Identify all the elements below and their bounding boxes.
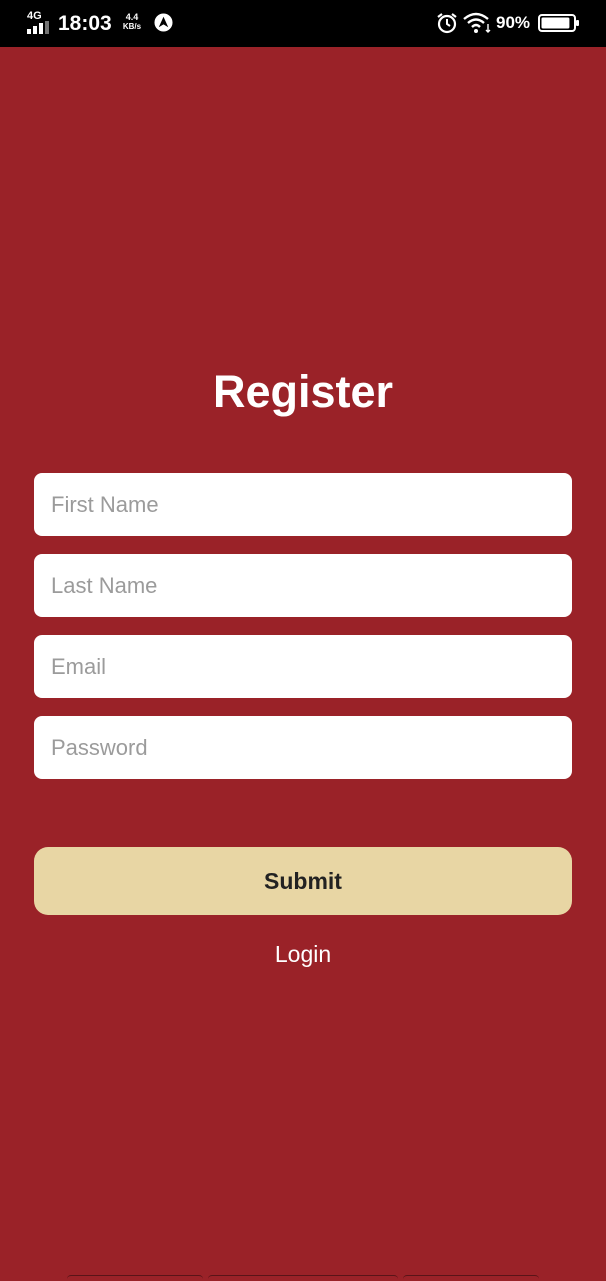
battery-icon	[538, 14, 579, 32]
status-time: 18:03	[58, 12, 112, 35]
login-link[interactable]: Login	[275, 941, 331, 967]
login-row: Login	[0, 938, 606, 970]
wifi-icon	[463, 12, 491, 33]
alarm-icon	[437, 13, 457, 34]
bottom-tab-edge	[67, 1275, 203, 1281]
password-field[interactable]	[34, 716, 572, 779]
status-bar: 4G 18:03 4.4 KB/s 90%	[0, 0, 606, 47]
submit-button[interactable]: Submit	[34, 847, 572, 915]
last-name-field[interactable]	[34, 554, 572, 617]
email-field[interactable]	[34, 635, 572, 698]
navigation-icon	[154, 13, 173, 32]
signal-icon	[27, 21, 51, 34]
network-speed: 4.4 KB/s	[120, 12, 144, 32]
network-speed-unit: KB/s	[122, 22, 142, 31]
network-speed-value: 4.4	[125, 12, 139, 22]
bottom-tab-edge	[403, 1275, 539, 1281]
page-title: Register	[212, 366, 394, 417]
battery-percent: 90%	[496, 13, 531, 32]
first-name-field[interactable]	[34, 473, 572, 536]
bottom-tab-edge	[208, 1275, 398, 1281]
network-type: 4G	[27, 10, 42, 22]
